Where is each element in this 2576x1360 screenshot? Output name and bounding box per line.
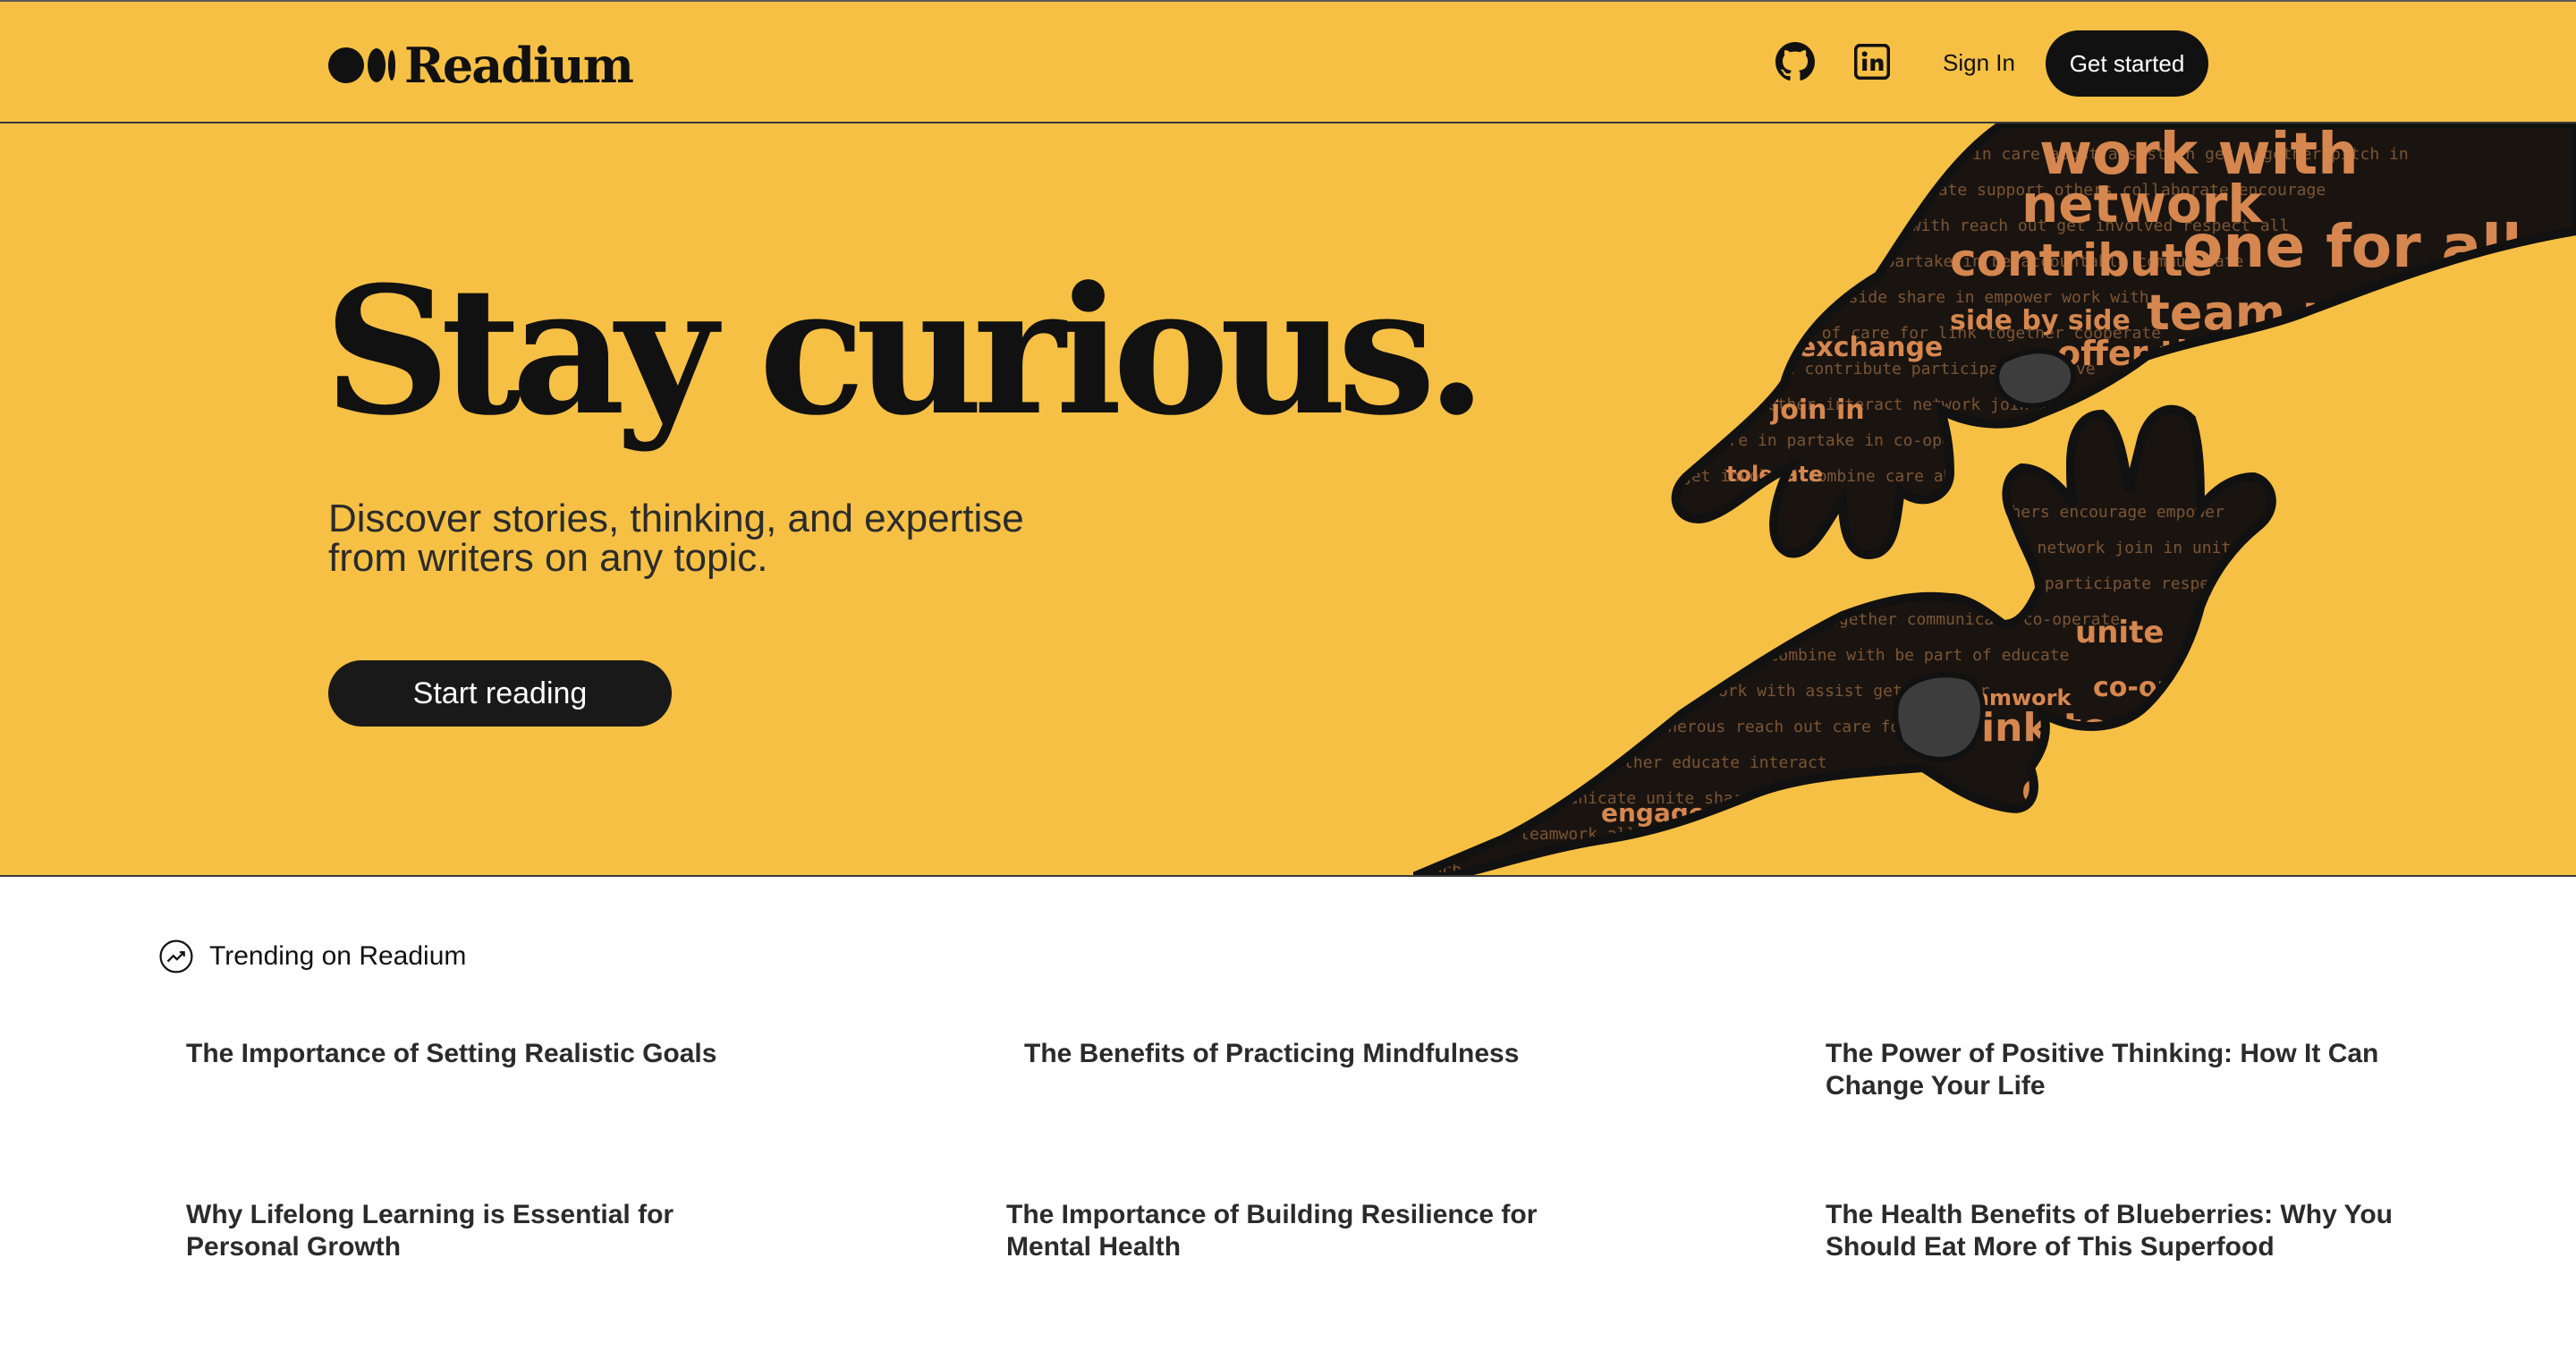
trending-article-title[interactable]: The Importance of Building Resilience fo… <box>1006 1199 1579 1263</box>
trending-header: Trending on Readium <box>159 939 466 973</box>
get-started-button[interactable]: Get started <box>2046 30 2208 97</box>
svg-text:side by side: side by side <box>1950 305 2131 336</box>
svg-text:interact combine with be part: interact combine with be part of educate <box>1682 646 2069 665</box>
trending-article-title[interactable]: The Power of Positive Thinking: How It C… <box>1826 1038 2398 1102</box>
svg-text:unite: unite <box>2075 615 2164 650</box>
hero-headline: Stay curious. <box>324 249 1487 455</box>
logo-text: Readium <box>404 37 634 94</box>
svg-text:exchange link together educate: exchange link together educate interact <box>1449 753 1827 772</box>
svg-text:one for all: one for all <box>2182 212 2521 281</box>
github-icon[interactable] <box>1775 42 1815 81</box>
sign-in-link[interactable]: Sign In <box>1943 47 2015 79</box>
svg-text:reach out care for participate: reach out care for participate respect <box>1860 574 2229 593</box>
hands-word-cloud-illustration: share in care about assist in get togeth… <box>1413 123 2576 875</box>
svg-text:contribute: contribute <box>1950 234 2213 286</box>
trending-article-title[interactable]: The Importance of Setting Realistic Goal… <box>186 1038 758 1070</box>
linkedin-icon[interactable] <box>1854 44 1890 80</box>
hero-subheading: Discover stories, thinking, and expertis… <box>328 497 1024 580</box>
trending-article-title[interactable]: Why Lifelong Learning is Essential for P… <box>186 1199 758 1263</box>
svg-text:join in: join in <box>1770 395 1865 426</box>
start-reading-button[interactable]: Start reading <box>328 660 672 727</box>
svg-text:side by side share in empower: side by side share in empower work with <box>1771 288 2149 307</box>
svg-text:exchange: exchange <box>1798 332 1943 363</box>
svg-text:share in partake in co-operate: share in partake in co-operate unite <box>1699 431 2048 450</box>
svg-text:offer thanks: offer thanks <box>2057 334 2290 373</box>
readium-logo[interactable]: Readium <box>328 36 634 95</box>
svg-text:educate: educate <box>2021 764 2216 814</box>
trending-article-title[interactable]: The Benefits of Practicing Mindfulness <box>1024 1038 1597 1070</box>
trending-icon <box>159 939 193 973</box>
svg-text:all for one be generous reach: all for one be generous reach out care f… <box>1503 718 1910 736</box>
trending-title: Trending on Readium <box>209 941 467 971</box>
svg-text:team up: team up <box>2147 285 2371 341</box>
site-header: Readium Sign In Get started <box>0 2 2576 123</box>
trending-article-title[interactable]: The Health Benefits of Blueberries: Why … <box>1826 1199 2398 1263</box>
hero-section: Stay curious. Discover stories, thinking… <box>0 123 2576 877</box>
logo-mark-icon <box>328 47 395 83</box>
